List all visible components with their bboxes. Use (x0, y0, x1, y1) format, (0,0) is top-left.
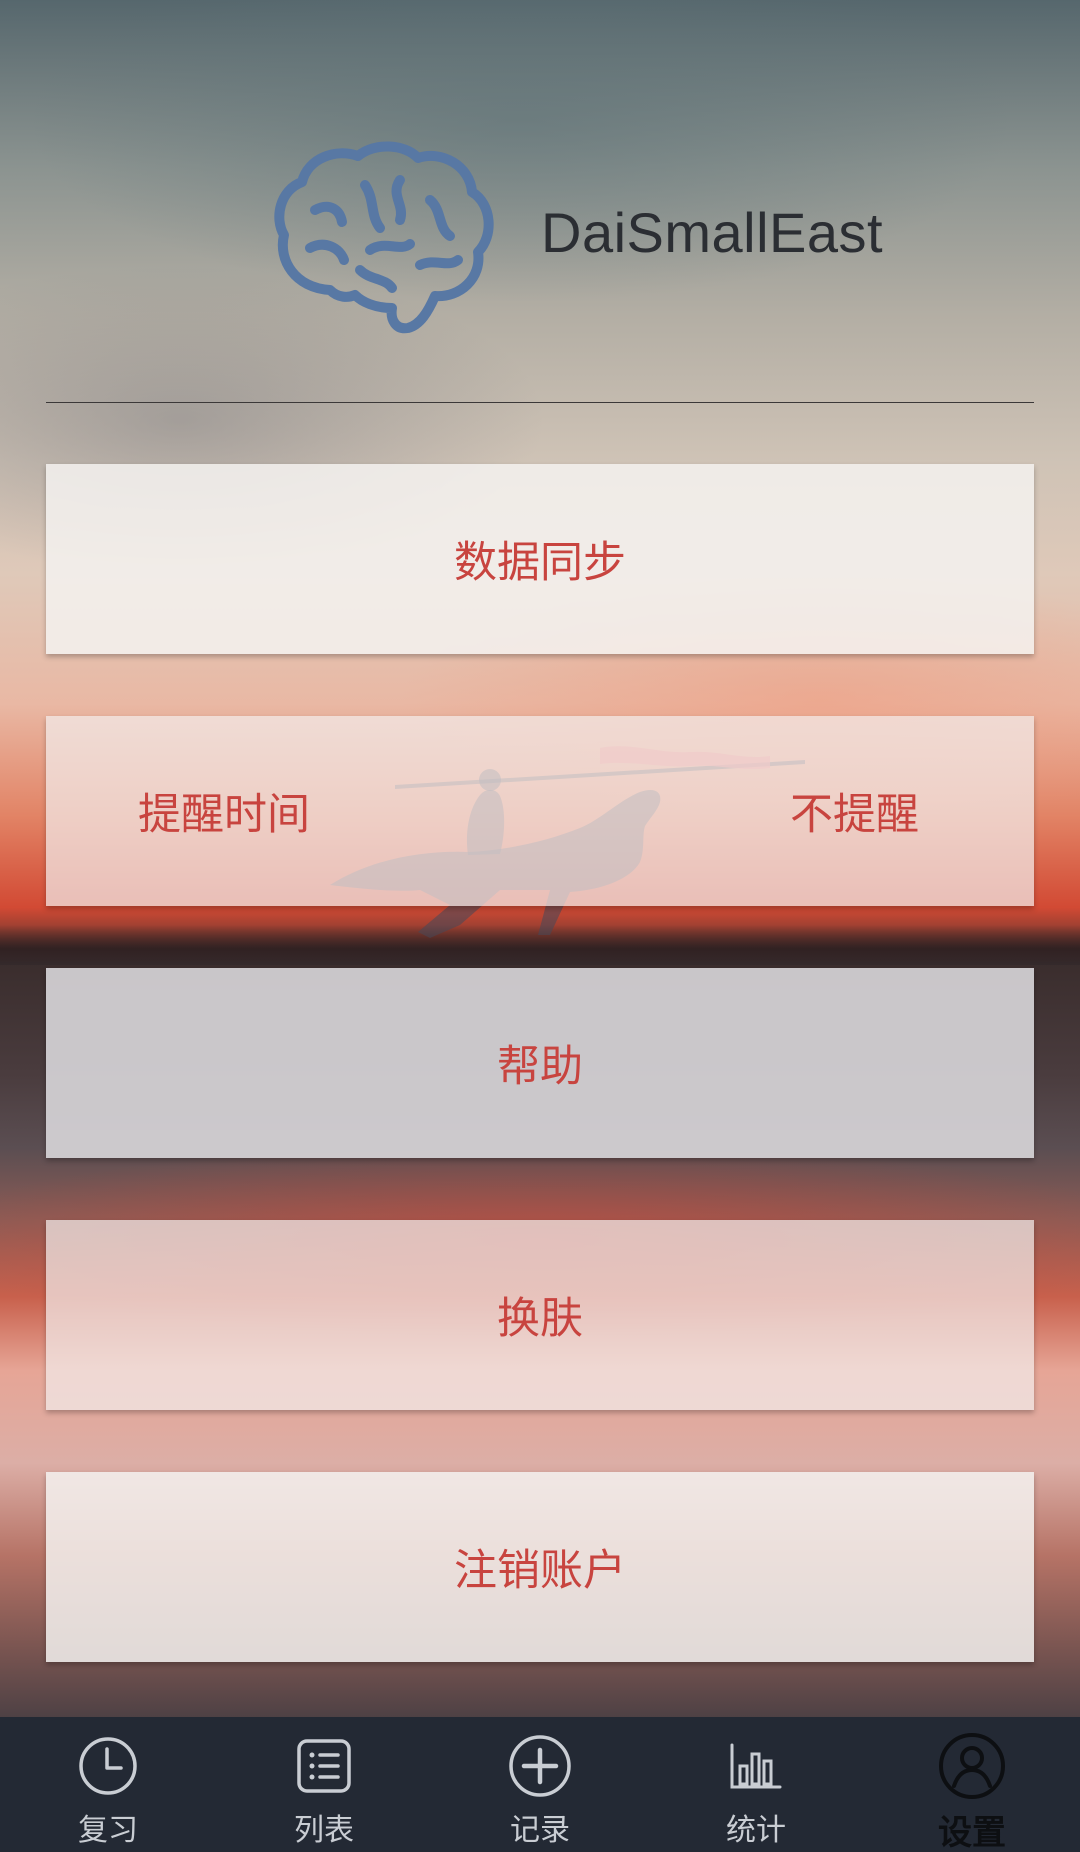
app-name: DaiSmallEast (541, 201, 884, 264)
nav-statistics[interactable]: 统计 (648, 1717, 864, 1852)
help-button[interactable]: 帮助 (46, 968, 1034, 1158)
app-header: DaiSmallEast (0, 130, 1080, 350)
nav-record-label: 记录 (510, 1813, 570, 1848)
list-icon (296, 1733, 352, 1799)
data-sync-button[interactable]: 数据同步 (46, 464, 1034, 654)
nav-review-label: 复习 (78, 1813, 138, 1848)
bottom-navigation: 复习 列表 记录 统计 设置 (0, 1717, 1080, 1852)
nav-review[interactable]: 复习 (0, 1717, 216, 1852)
reminder-time-label: 提醒时间 (138, 790, 310, 840)
logout-account-button[interactable]: 注销账户 (46, 1472, 1034, 1662)
user-icon (938, 1733, 1006, 1799)
settings-screen: DaiSmallEast 数据同步 提醒时间 不提醒 帮助 换肤 注销账户 复习 (0, 0, 1080, 1852)
change-skin-label: 换肤 (497, 1294, 583, 1344)
logout-account-label: 注销账户 (454, 1546, 626, 1596)
clock-icon (78, 1733, 138, 1799)
help-label: 帮助 (497, 1042, 583, 1092)
nav-record[interactable]: 记录 (432, 1717, 648, 1852)
data-sync-label: 数据同步 (454, 538, 626, 588)
nav-list[interactable]: 列表 (216, 1717, 432, 1852)
nav-statistics-label: 统计 (726, 1813, 786, 1848)
header-divider (46, 402, 1034, 403)
nav-settings-label: 设置 (938, 1813, 1006, 1852)
reminder-time-value: 不提醒 (790, 790, 919, 840)
reminder-time-button[interactable]: 提醒时间 不提醒 (46, 716, 1034, 906)
nav-settings[interactable]: 设置 (864, 1717, 1080, 1852)
plus-circle-icon (508, 1733, 572, 1799)
change-skin-button[interactable]: 换肤 (46, 1220, 1034, 1410)
brain-icon (274, 141, 494, 334)
nav-list-label: 列表 (294, 1813, 354, 1848)
bar-chart-icon (729, 1733, 783, 1799)
